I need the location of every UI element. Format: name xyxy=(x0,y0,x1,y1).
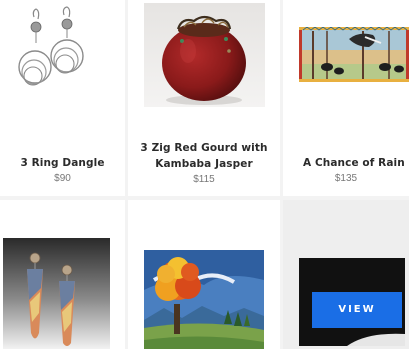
product-title-line2[interactable]: Kambaba Jasper xyxy=(128,156,280,172)
product-card-hovered[interactable]: VIEW xyxy=(283,200,409,349)
product-price: $90 xyxy=(54,173,71,184)
product-title[interactable]: A Chance of Rain xyxy=(303,155,405,171)
product-image-feather-earrings[interactable] xyxy=(3,238,110,349)
product-card-3-ring-dangle[interactable]: 3 Ring Dangle $90 xyxy=(0,0,125,196)
product-image-tree-painting[interactable] xyxy=(144,250,264,349)
product-price: $135 xyxy=(334,173,358,184)
product-card-feather-earrings[interactable] xyxy=(0,200,125,349)
product-image-detail xyxy=(347,333,405,346)
product-card-red-gourd[interactable]: 3 Zig Red Gourd with Kambaba Jasper $115 xyxy=(128,0,280,196)
product-card-chance-of-rain[interactable]: A Chance of Rain $135 xyxy=(283,0,409,196)
product-image-rain-painting[interactable] xyxy=(299,27,409,82)
product-image-earrings[interactable] xyxy=(12,5,88,109)
product-grid: 3 Ring Dangle $90 3 Zig Red Gourd with K… xyxy=(0,0,409,349)
product-image-gourd[interactable] xyxy=(144,3,265,107)
product-title[interactable]: 3 Ring Dangle xyxy=(0,155,125,171)
product-card-autumn-tree[interactable] xyxy=(128,200,280,349)
view-button[interactable]: VIEW xyxy=(312,292,402,328)
product-title-line1[interactable]: 3 Zig Red Gourd with xyxy=(128,140,280,156)
product-price: $115 xyxy=(193,174,215,185)
